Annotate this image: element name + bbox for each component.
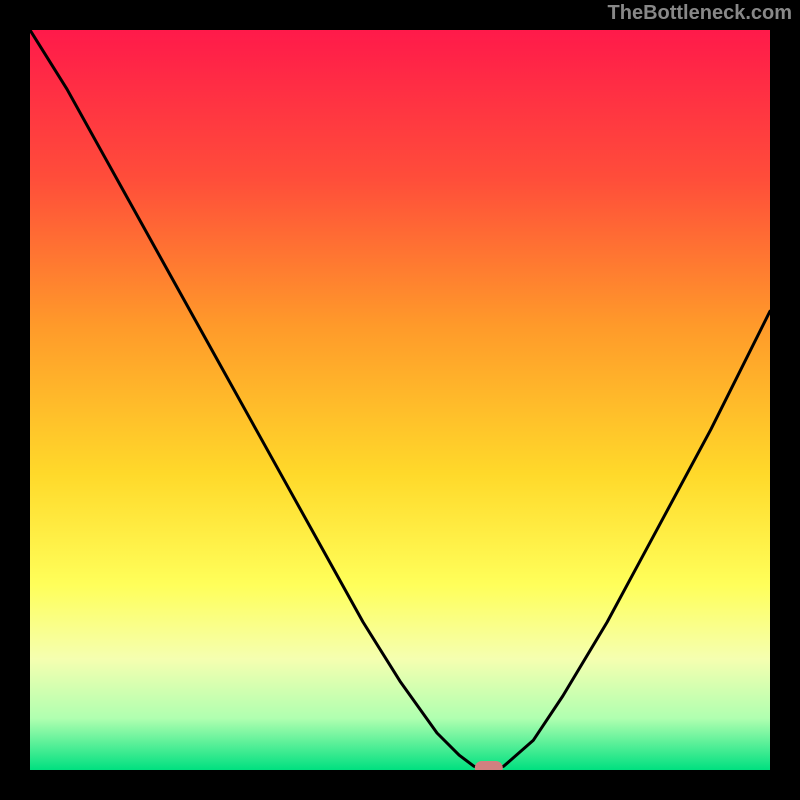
chart-container: TheBottleneck.com: [0, 0, 800, 800]
bottleneck-chart: [30, 30, 770, 770]
watermark-text: TheBottleneck.com: [608, 2, 792, 25]
plot-area: [30, 30, 770, 770]
